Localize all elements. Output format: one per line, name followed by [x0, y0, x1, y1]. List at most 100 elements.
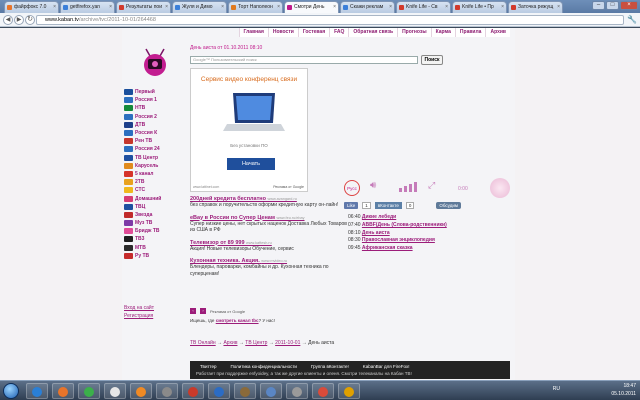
- channel-item[interactable]: Бридж ТВ: [124, 227, 176, 235]
- nav-item[interactable]: Главная: [238, 28, 268, 37]
- nav-item[interactable]: Карма: [430, 28, 455, 37]
- channel-item[interactable]: Россия 24: [124, 145, 176, 153]
- channel-item[interactable]: Россия 2: [124, 113, 176, 121]
- breadcrumb-item[interactable]: ТВ Онлайн: [190, 340, 216, 346]
- register-link[interactable]: Регистрация: [124, 312, 154, 320]
- question-link[interactable]: смотреть канал tbc: [216, 318, 259, 323]
- next-ads-icon[interactable]: ›: [200, 308, 206, 314]
- footer-link[interactable]: Твиттер: [200, 364, 217, 369]
- channel-item[interactable]: Россия К: [124, 129, 176, 137]
- kaban-tv-logo[interactable]: [140, 48, 170, 78]
- schedule-row[interactable]: 06:40 Дикие лебеди: [348, 214, 447, 222]
- nav-item[interactable]: Гостевая: [297, 28, 329, 37]
- nav-item[interactable]: Архив: [485, 28, 510, 37]
- video-player-ad[interactable]: Сервис видео конференц связи Без установ…: [190, 68, 308, 192]
- clock[interactable]: 18:47 05.10.2011: [611, 382, 636, 398]
- schedule-show[interactable]: Дикие лебеди: [362, 214, 396, 220]
- taskbar-app-icon[interactable]: [130, 383, 152, 399]
- volume-icon[interactable]: 🔊︎: [370, 180, 376, 191]
- schedule-show[interactable]: Африканская сказка: [362, 245, 413, 251]
- schedule-show[interactable]: ABBF(День (Слова-родственники): [362, 222, 447, 228]
- start-button[interactable]: [3, 383, 19, 399]
- nav-item[interactable]: Обратная связь: [348, 28, 397, 37]
- taskbar-app-icon[interactable]: [26, 383, 48, 399]
- ad-start-button[interactable]: Начать: [227, 158, 275, 170]
- channel-item[interactable]: СТС: [124, 186, 176, 194]
- channel-item[interactable]: ТВЦ: [124, 203, 176, 211]
- maximize-button[interactable]: □: [606, 1, 619, 10]
- prev-ads-icon[interactable]: ‹: [190, 308, 196, 314]
- nav-item[interactable]: Правила: [454, 28, 486, 37]
- taskbar-app-icon[interactable]: [338, 383, 360, 399]
- breadcrumb-item[interactable]: Архив: [223, 340, 237, 346]
- channel-item[interactable]: НТВ: [124, 104, 176, 112]
- channel-item[interactable]: ДТВ: [124, 121, 176, 129]
- search-button[interactable]: Поиск: [421, 55, 443, 65]
- nav-item[interactable]: Прогнозы: [397, 28, 431, 37]
- tab-close-icon[interactable]: ×: [445, 4, 448, 10]
- taskbar-app-icon[interactable]: [234, 383, 256, 399]
- channel-item[interactable]: Ру ТВ: [124, 252, 176, 260]
- taskbar-app-icon[interactable]: [312, 383, 334, 399]
- channel-item[interactable]: Звезда: [124, 211, 176, 219]
- browser-tab[interactable]: Скажи реклам ×: [340, 1, 395, 13]
- vkontakte-button[interactable]: вКонтакте: [374, 202, 402, 209]
- text-ad[interactable]: eBay в России по Супер Ценам www.feu.ru/…: [190, 215, 350, 234]
- taskbar-app-icon[interactable]: [182, 383, 204, 399]
- tab-close-icon[interactable]: ×: [389, 4, 392, 10]
- channel-item[interactable]: Россия 1: [124, 96, 176, 104]
- tab-close-icon[interactable]: ×: [109, 4, 112, 10]
- text-ad[interactable]: 200дней кредита бесплатно www.avangard.r…: [190, 196, 350, 209]
- browser-tab[interactable]: Смотри День ×: [284, 1, 339, 13]
- schedule-row[interactable]: 08:10 День аиста: [348, 230, 447, 238]
- taskbar-app-icon[interactable]: [156, 383, 178, 399]
- tab-close-icon[interactable]: ×: [221, 4, 224, 10]
- reload-button[interactable]: ↻: [25, 15, 35, 25]
- text-ad[interactable]: Кухонная техника. Акция. www.mvideo.ru Бл…: [190, 258, 350, 277]
- schedule-row[interactable]: 07:40 ABBF(День (Слова-родственники): [348, 222, 447, 230]
- facebook-like-button[interactable]: Like: [344, 202, 359, 209]
- channel-item[interactable]: Карусель: [124, 162, 176, 170]
- taskbar-app-icon[interactable]: [260, 383, 282, 399]
- taskbar-app-icon[interactable]: [104, 383, 126, 399]
- browser-tab[interactable]: Жуля и Димо ×: [172, 1, 227, 13]
- channel-item[interactable]: ТВ3: [124, 235, 176, 243]
- language-indicator[interactable]: RU: [553, 386, 560, 392]
- breadcrumb-item[interactable]: 2011-10-01: [275, 340, 300, 346]
- minimize-button[interactable]: –: [592, 1, 605, 10]
- nav-item[interactable]: FAQ: [329, 28, 348, 37]
- channel-item[interactable]: Рен ТВ: [124, 137, 176, 145]
- browser-tab[interactable]: файрфокс 7.0 ×: [4, 1, 59, 13]
- schedule-row[interactable]: 09:45 Африканская сказка: [348, 245, 447, 253]
- channel-item[interactable]: 5 канал: [124, 170, 176, 178]
- breadcrumb-item[interactable]: ТВ Центр: [245, 340, 267, 346]
- footer-link[interactable]: Политика конфиденциальности: [231, 364, 297, 369]
- language-button[interactable]: Русс: [344, 180, 360, 196]
- taskbar-app-icon[interactable]: [78, 383, 100, 399]
- back-button[interactable]: ◀: [3, 15, 13, 25]
- channel-item[interactable]: Первый: [124, 88, 176, 96]
- browser-tab[interactable]: Knife Life • Пр ×: [452, 1, 507, 13]
- tab-close-icon[interactable]: ×: [277, 4, 280, 10]
- browser-tab[interactable]: Заточка режущ ×: [508, 1, 563, 13]
- schedule-show[interactable]: День аиста: [362, 230, 390, 236]
- forward-button[interactable]: ▶: [14, 15, 24, 25]
- discuss-button[interactable]: Обсудим: [436, 202, 461, 209]
- signal-bars-icon[interactable]: [398, 182, 418, 192]
- fullscreen-icon[interactable]: ⤢: [428, 180, 435, 191]
- nav-item[interactable]: Новости: [267, 28, 298, 37]
- tab-close-icon[interactable]: ×: [557, 4, 560, 10]
- tab-close-icon[interactable]: ×: [333, 4, 336, 10]
- text-ad[interactable]: Телевизор от 89 999 www.kaftesh.ru Акция!…: [190, 240, 350, 253]
- channel-item[interactable]: ТВ Центр: [124, 154, 176, 162]
- browser-tab[interactable]: Результаты пои ×: [116, 1, 171, 13]
- channel-item[interactable]: Домашний: [124, 194, 176, 202]
- address-bar[interactable]: www.kaban.tv/archive/tvc/2011-10-01/2644…: [36, 15, 624, 25]
- taskbar-app-icon[interactable]: [208, 383, 230, 399]
- tab-close-icon[interactable]: ×: [165, 4, 168, 10]
- login-link[interactable]: Вход на сайт: [124, 304, 154, 312]
- browser-tab[interactable]: getfirefox.yan ×: [60, 1, 115, 13]
- tab-close-icon[interactable]: ×: [501, 4, 504, 10]
- footer-link[interactable]: Группа вКонтакте!: [311, 364, 349, 369]
- wrench-menu-icon[interactable]: 🔧: [627, 15, 637, 24]
